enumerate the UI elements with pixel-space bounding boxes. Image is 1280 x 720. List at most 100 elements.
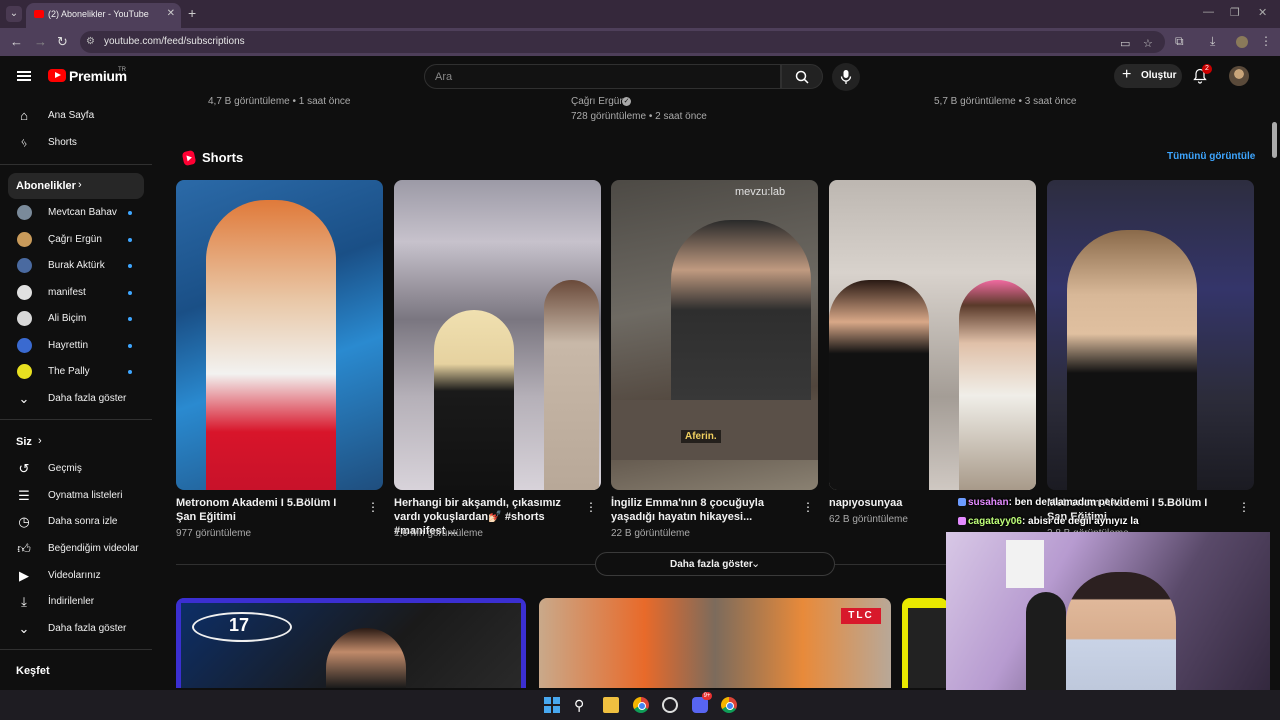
hamburger-menu-icon[interactable] xyxy=(17,71,31,81)
extensions-icon[interactable]: ⧉ xyxy=(1175,34,1184,49)
page-scrollbar[interactable] xyxy=(1270,56,1280,690)
sidebar-divider xyxy=(0,649,152,650)
taskbar-search-icon[interactable]: ⚲ xyxy=(574,697,590,713)
show-more-shorts-button[interactable]: Daha fazla göster ⌄ xyxy=(595,552,835,576)
you-title: Siz xyxy=(16,436,32,448)
windows-start-icon[interactable] xyxy=(544,697,560,713)
more-options-icon[interactable]: ⋮ xyxy=(802,500,814,514)
search-button[interactable] xyxy=(781,64,823,89)
downloads-icon[interactable]: ⤓ xyxy=(1210,34,1215,49)
search-icon xyxy=(795,70,809,84)
cast-icon[interactable]: ▭ xyxy=(1120,37,1130,50)
see-all-shorts-link[interactable]: Tümünü görüntüle xyxy=(1167,151,1255,162)
create-button[interactable]: + Oluştur xyxy=(1114,64,1182,88)
tab-list-chevron-icon[interactable]: ⌄ xyxy=(6,6,22,22)
channel-avatar xyxy=(17,364,32,379)
forward-arrow-icon[interactable]: → xyxy=(34,34,47,49)
sidebar-item-label: Burak Aktürk xyxy=(48,260,105,271)
short-thumbnail[interactable] xyxy=(829,180,1036,490)
channel-name[interactable]: Çağrı Ergün xyxy=(571,96,625,107)
sidebar-subscriptions-header[interactable]: Abonelikler › xyxy=(8,173,144,199)
short-card[interactable]: napıyosunyaa 62 B görüntüleme xyxy=(829,180,1036,525)
sidebar-item-playlists[interactable]: ☰ Oynatma listeleri xyxy=(8,483,144,509)
microphone-icon xyxy=(840,70,852,84)
short-thumbnail[interactable]: mevzu:lab Aferin. xyxy=(611,180,818,490)
short-title[interactable]: İngiliz Emma'nın 8 çocuğuyla yaşadığı ha… xyxy=(611,496,791,524)
notification-count-badge: 2 xyxy=(1202,64,1212,74)
window-close-icon[interactable]: ✕ xyxy=(1258,6,1267,19)
sidebar-item-history[interactable]: ↺ Geçmiş xyxy=(8,456,144,482)
chrome-profile-icon[interactable] xyxy=(721,697,737,713)
search-box xyxy=(424,64,781,89)
file-explorer-icon[interactable] xyxy=(603,697,619,713)
chat-message: cagatayy06: abisi de değil aynıyız la xyxy=(958,516,1139,527)
sidebar-item-label: Hayrettin xyxy=(48,340,89,351)
sidebar-item-shorts[interactable]: ᛃ Shorts xyxy=(8,130,144,156)
tab-close-icon[interactable]: ✕ xyxy=(167,8,175,19)
youtube-logo-icon[interactable] xyxy=(48,69,66,82)
video-thumbnail[interactable]: TLC xyxy=(539,598,891,688)
download-icon: ⤓ xyxy=(21,594,27,609)
reload-icon[interactable]: ↻ xyxy=(57,34,68,50)
scrollbar-thumb[interactable] xyxy=(1272,122,1277,158)
address-bar[interactable]: ⚙ youtube.com/feed/subscriptions ▭ ☆ xyxy=(80,31,1165,53)
short-thumbnail[interactable] xyxy=(394,180,601,490)
short-thumbnail[interactable] xyxy=(1047,180,1254,490)
obs-icon[interactable] xyxy=(662,697,678,713)
sidebar-channel-ali-bicim[interactable]: Ali Biçim xyxy=(8,306,144,332)
voice-search-button[interactable] xyxy=(832,63,860,91)
sidebar-channel-mevtcan-bahav[interactable]: Mevtcan Bahav xyxy=(8,200,144,226)
sidebar-you-header[interactable]: Siz › xyxy=(8,429,144,455)
sidebar-item-downloads[interactable]: ⤓ İndirilenler xyxy=(8,589,144,615)
search-input[interactable] xyxy=(425,65,780,88)
minimize-icon[interactable]: — xyxy=(1203,6,1214,18)
sidebar-channel-cagri-ergun[interactable]: Çağrı Ergün xyxy=(8,227,144,253)
browser-profile-avatar[interactable] xyxy=(1236,36,1248,48)
browser-tab-youtube[interactable]: (2) Abonelikler - YouTube ✕ xyxy=(26,3,181,28)
person-silhouette xyxy=(434,310,514,490)
short-card[interactable]: Metronom Akademi I 5.Bölüm I Şan Eğitimi… xyxy=(1047,180,1254,539)
sidebar-item-label: Daha fazla göster xyxy=(48,393,127,404)
sidebar-item-home[interactable]: ⌂ Ana Sayfa xyxy=(8,103,144,129)
short-views: 977 görüntüleme xyxy=(176,528,252,539)
sidebar-item-label: Ana Sayfa xyxy=(48,110,95,121)
sidebar-item-liked-videos[interactable]: 👍︎ Beğendiğim videolar xyxy=(8,536,144,562)
sidebar-divider xyxy=(0,164,152,165)
short-title[interactable]: Metronom Akademi I 5.Bölüm I Şan Eğitimi xyxy=(176,496,356,524)
more-options-icon[interactable]: ⋮ xyxy=(1238,500,1250,514)
sidebar-show-more-you[interactable]: ⌄ Daha fazla göster xyxy=(8,616,144,642)
person-silhouette xyxy=(544,280,599,490)
more-options-icon[interactable]: ⋮ xyxy=(367,500,379,514)
home-icon: ⌂ xyxy=(20,108,28,123)
sidebar-channel-the-pally[interactable]: The Pally xyxy=(8,359,144,385)
sidebar-item-label: Geçmiş xyxy=(48,463,82,474)
sidebar-show-more-channels[interactable]: ⌄ Daha fazla göster xyxy=(8,386,144,412)
windows-taskbar: ⚲ xyxy=(0,690,1280,720)
short-card[interactable]: mevzu:lab Aferin. İngiliz Emma'nın 8 çoc… xyxy=(611,180,818,539)
sidebar-item-watch-later[interactable]: ◷ Daha sonra izle xyxy=(8,509,144,535)
chat-username: cagatayy06 xyxy=(968,516,1022,527)
short-card[interactable]: Herhangi bir akşamdı, çıkasımız vardı yo… xyxy=(394,180,601,539)
video-meta: 4,7 B görüntüleme • 1 saat önce xyxy=(208,96,351,107)
chrome-icon[interactable] xyxy=(633,697,649,713)
video-thumbnail[interactable] xyxy=(902,598,948,688)
more-options-icon[interactable]: ⋮ xyxy=(585,500,597,514)
wall-poster xyxy=(1006,540,1044,588)
new-tab-plus-icon[interactable]: + xyxy=(188,5,196,21)
chevron-right-icon: › xyxy=(78,179,82,191)
account-avatar[interactable] xyxy=(1229,66,1249,86)
short-card[interactable]: Metronom Akademi I 5.Bölüm I Şan Eğitimi… xyxy=(176,180,383,539)
sidebar-channel-manifest[interactable]: manifest xyxy=(8,280,144,306)
back-arrow-icon[interactable]: ← xyxy=(10,34,23,49)
browser-menu-icon[interactable]: ⋮ xyxy=(1260,34,1272,48)
sidebar-item-your-videos[interactable]: ▶ Videolarınız xyxy=(8,563,144,589)
site-info-icon[interactable]: ⚙ xyxy=(86,36,98,48)
video-thumbnail[interactable]: 17 xyxy=(176,598,526,688)
sidebar-item-label: Daha sonra izle xyxy=(48,516,118,527)
sidebar-item-label: Beğendiğim videolar xyxy=(48,543,139,554)
maximize-icon[interactable]: ❐ xyxy=(1230,6,1240,19)
short-thumbnail[interactable] xyxy=(176,180,383,490)
sidebar-channel-burak-akturk[interactable]: Burak Aktürk xyxy=(8,253,144,279)
bookmark-star-icon[interactable]: ☆ xyxy=(1143,37,1153,50)
sidebar-channel-hayrettin[interactable]: Hayrettin xyxy=(8,333,144,359)
